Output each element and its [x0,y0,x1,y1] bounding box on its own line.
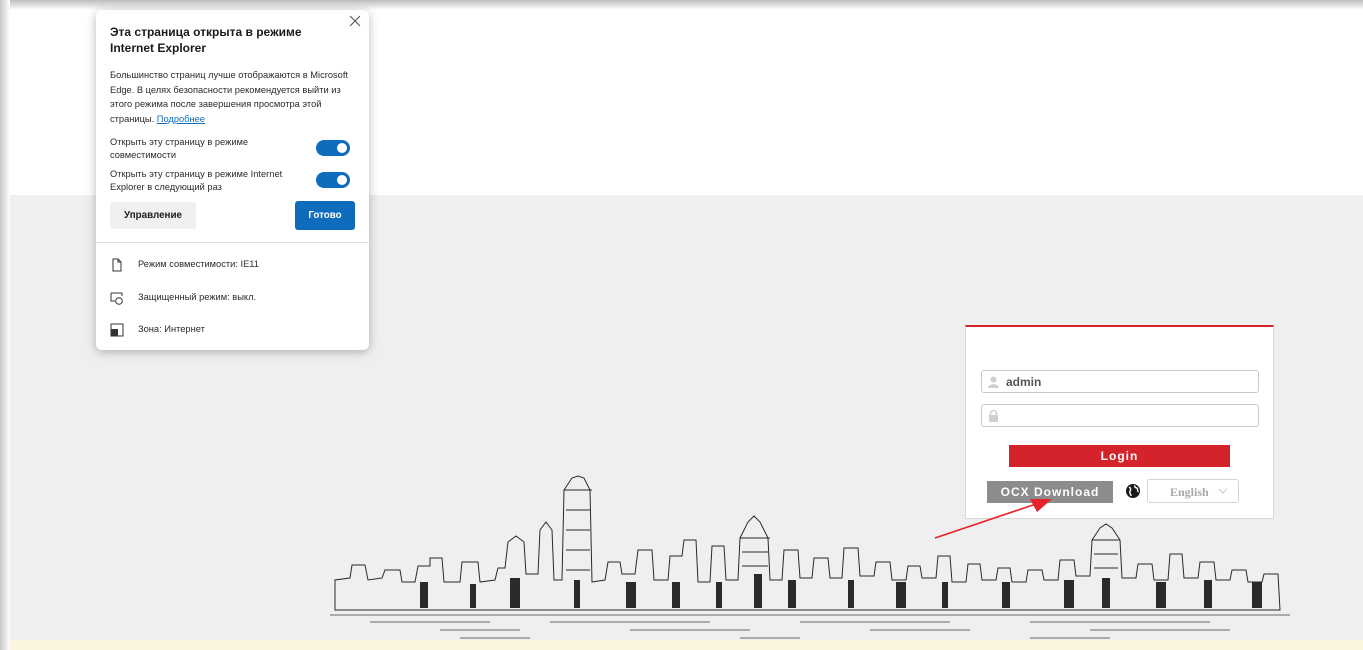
login-button[interactable]: Login [1009,445,1230,467]
flyout-description-text: Большинство страниц лучше отображаются в… [110,70,348,124]
annotation-arrow [934,499,1052,539]
language-selected-value: English [1170,485,1209,499]
flyout-divider [96,242,369,243]
info-zone: Зона: Интернет [110,323,355,339]
toggle-next-time-label: Открыть эту страницу в режиме Internet E… [110,169,283,192]
learn-more-link[interactable]: Подробнее [157,114,205,124]
info-compat-mode: Режим совместимости: IE11 [110,258,355,274]
username-field[interactable] [981,370,1259,393]
ie-mode-flyout: Эта страница открыта в режиме Internet E… [96,10,369,350]
password-input[interactable] [1006,407,1251,424]
toggle-compat-switch[interactable] [316,140,350,156]
chevron-down-icon [1218,488,1228,494]
window-shadow-top [0,0,1363,10]
toggle-compat-label: Открыть эту страницу в режиме совместимо… [110,137,249,160]
done-button[interactable]: Готово [295,201,355,230]
flyout-title: Эта страница открыта в режиме Internet E… [110,25,302,55]
flyout-description: Большинство страниц лучше отображаются в… [110,68,360,126]
document-icon [112,258,122,272]
close-icon[interactable] [348,14,362,28]
user-icon [988,376,999,388]
browser-window: Login OCX Download English Эта страница … [0,0,1363,650]
info-zone-text: Зона: Интернет [138,324,205,334]
zone-icon [110,323,124,337]
info-compat-text: Режим совместимости: IE11 [138,259,259,269]
protected-mode-icon [110,292,123,305]
toggle-row-next-time: Открыть эту страницу в режиме Internet E… [110,168,355,196]
info-protected-text: Защищенный режим: выкл. [138,292,257,302]
manage-button[interactable]: Управление [110,202,196,229]
info-protected-mode: Защищенный режим: выкл. [110,291,355,307]
lock-icon [989,410,998,422]
toggle-row-compat: Открыть эту страницу в режиме совместимо… [110,136,355,164]
language-select[interactable]: English [1147,479,1239,503]
window-shadow-left [0,0,10,650]
username-input[interactable] [1006,373,1251,390]
password-field[interactable] [981,404,1259,427]
globe-icon [1126,484,1140,498]
toggle-next-time-switch[interactable] [316,172,350,188]
